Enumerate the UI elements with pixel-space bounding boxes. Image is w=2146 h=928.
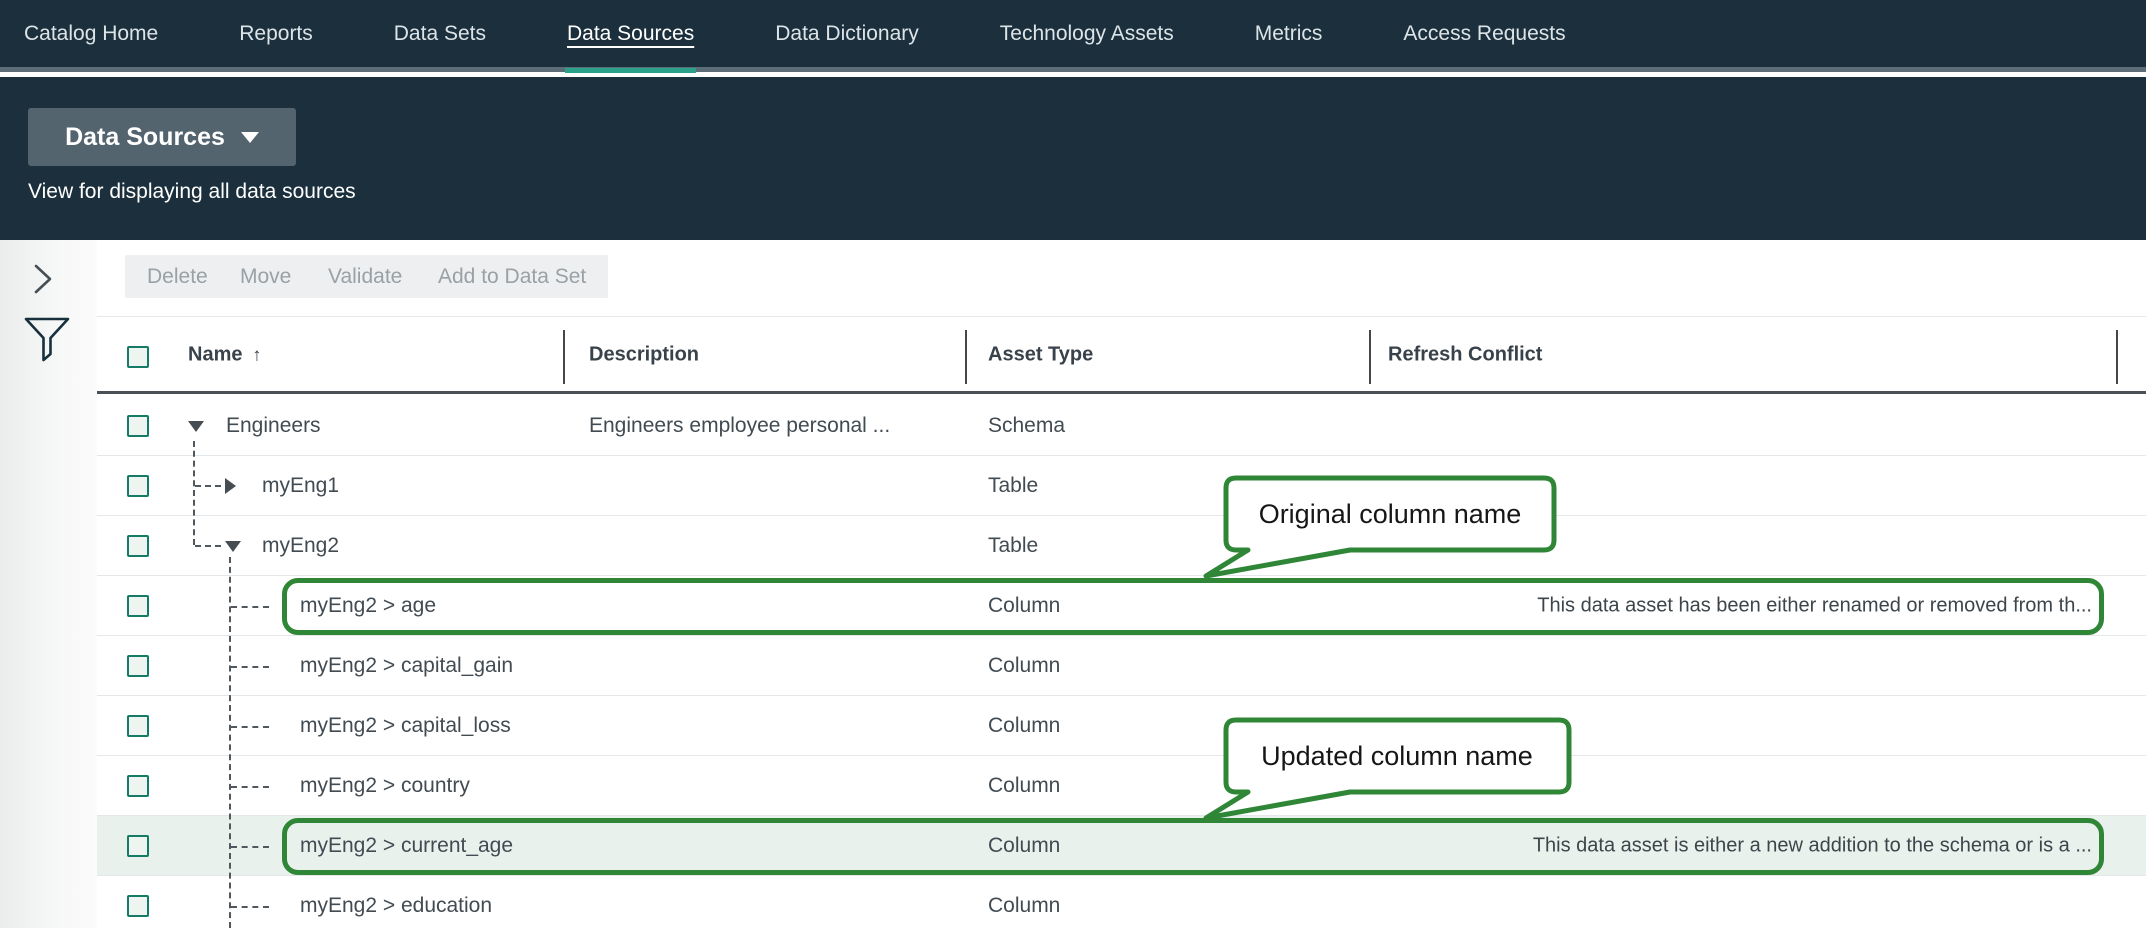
- asset-name[interactable]: myEng2 > country: [300, 774, 470, 798]
- expand-panel-button[interactable]: [30, 262, 58, 296]
- select-all-checkbox[interactable]: [127, 346, 149, 368]
- row-checkbox[interactable]: [127, 655, 149, 677]
- asset-description: Engineers employee personal ...: [589, 414, 890, 438]
- tree-connector: [231, 726, 269, 728]
- asset-name[interactable]: myEng2 > education: [300, 894, 492, 918]
- table-header-row: Name ↑ Description Asset Type Refresh Con…: [97, 316, 2146, 392]
- refresh-conflict-message: This data asset is either a new addition…: [1533, 834, 2092, 857]
- asset-name[interactable]: Engineers: [226, 414, 321, 438]
- table-row-engineers[interactable]: Engineers Engineers employee personal ..…: [97, 396, 2146, 456]
- delete-button[interactable]: Delete: [125, 255, 230, 298]
- row-checkbox[interactable]: [127, 415, 149, 437]
- validate-button[interactable]: Validate: [306, 255, 424, 298]
- asset-type: Column: [988, 774, 1060, 798]
- asset-type: Column: [988, 714, 1060, 738]
- column-header-description[interactable]: Description: [589, 343, 699, 366]
- tree-connector: [231, 606, 269, 608]
- table-row-capital-loss[interactable]: myEng2 > capital_loss Column: [97, 696, 2146, 756]
- tree-connector: [193, 441, 195, 545]
- top-nav: Catalog Home Reports Data Sets Data Sour…: [0, 0, 2146, 72]
- nav-item-data-sets[interactable]: Data Sets: [394, 22, 486, 46]
- column-divider[interactable]: [1369, 330, 1371, 384]
- asset-name[interactable]: myEng2 > age: [300, 594, 436, 618]
- asset-name[interactable]: myEng1: [262, 474, 339, 498]
- tree-connector: [231, 846, 269, 848]
- left-rail: [0, 240, 97, 928]
- row-checkbox[interactable]: [127, 715, 149, 737]
- asset-type: Column: [988, 594, 1060, 618]
- view-description: View for displaying all data sources: [28, 180, 356, 204]
- tree-connector: [229, 557, 231, 928]
- row-checkbox[interactable]: [127, 895, 149, 917]
- table-row-country[interactable]: myEng2 > country Column: [97, 756, 2146, 816]
- filter-funnel-icon: [22, 316, 72, 364]
- column-header-refresh-conflict[interactable]: Refresh Conflict: [1388, 343, 1542, 366]
- column-header-name-label: Name: [188, 343, 242, 365]
- column-divider[interactable]: [563, 330, 565, 384]
- tree-connector: [195, 545, 221, 547]
- table-row-current-age[interactable]: myEng2 > current_age Column This data as…: [97, 816, 2146, 876]
- nav-item-data-sources[interactable]: Data Sources: [567, 22, 694, 46]
- asset-name[interactable]: myEng2 > capital_loss: [300, 714, 511, 738]
- refresh-conflict-message: This data asset has been either renamed …: [1537, 594, 2092, 617]
- asset-type: Column: [988, 894, 1060, 918]
- chevron-down-icon: [241, 132, 259, 143]
- chevron-right-icon: [30, 262, 58, 296]
- asset-type: Column: [988, 834, 1060, 858]
- app-window: Catalog Home Reports Data Sets Data Sour…: [0, 0, 2146, 928]
- expand-caret-icon[interactable]: [225, 478, 236, 494]
- asset-type: Table: [988, 534, 1038, 558]
- table-row-education[interactable]: myEng2 > education Column: [97, 876, 2146, 928]
- asset-type: Schema: [988, 414, 1065, 438]
- tree-connector: [195, 485, 221, 487]
- table-row-myeng1[interactable]: myEng1 Table: [97, 456, 2146, 516]
- asset-name[interactable]: myEng2 > capital_gain: [300, 654, 513, 678]
- filter-button[interactable]: [22, 316, 72, 364]
- collapse-caret-icon[interactable]: [225, 541, 241, 552]
- view-selector-label: Data Sources: [65, 123, 225, 152]
- column-divider[interactable]: [2116, 330, 2118, 384]
- table-row-myeng2[interactable]: myEng2 Table: [97, 516, 2146, 576]
- nav-item-technology-assets[interactable]: Technology Assets: [1000, 22, 1174, 46]
- move-button[interactable]: Move: [218, 255, 313, 298]
- asset-name[interactable]: myEng2: [262, 534, 339, 558]
- row-checkbox[interactable]: [127, 595, 149, 617]
- nav-item-catalog-home[interactable]: Catalog Home: [24, 22, 158, 46]
- column-header-asset-type[interactable]: Asset Type: [988, 343, 1093, 366]
- tree-connector: [231, 666, 269, 668]
- row-checkbox[interactable]: [127, 835, 149, 857]
- sort-ascending-icon: ↑: [252, 344, 261, 364]
- add-to-data-set-button[interactable]: Add to Data Set: [416, 255, 608, 298]
- column-header-name[interactable]: Name ↑: [188, 343, 261, 366]
- row-checkbox[interactable]: [127, 535, 149, 557]
- collapse-caret-icon[interactable]: [188, 421, 204, 432]
- page-header: Data Sources View for displaying all dat…: [0, 77, 2146, 240]
- tree-connector: [231, 906, 269, 908]
- asset-type: Column: [988, 654, 1060, 678]
- asset-type: Table: [988, 474, 1038, 498]
- nav-item-access-requests[interactable]: Access Requests: [1403, 22, 1565, 46]
- table-header-rule: [97, 391, 2146, 394]
- row-checkbox[interactable]: [127, 775, 149, 797]
- asset-name[interactable]: myEng2 > current_age: [300, 834, 513, 858]
- table-row-age[interactable]: myEng2 > age Column This data asset has …: [97, 576, 2146, 636]
- nav-item-reports[interactable]: Reports: [239, 22, 313, 46]
- nav-item-metrics[interactable]: Metrics: [1255, 22, 1323, 46]
- table-row-capital-gain[interactable]: myEng2 > capital_gain Column: [97, 636, 2146, 696]
- column-divider[interactable]: [965, 330, 967, 384]
- tree-connector: [231, 786, 269, 788]
- row-checkbox[interactable]: [127, 475, 149, 497]
- view-selector-button[interactable]: Data Sources: [28, 108, 296, 166]
- nav-item-data-dictionary[interactable]: Data Dictionary: [775, 22, 919, 46]
